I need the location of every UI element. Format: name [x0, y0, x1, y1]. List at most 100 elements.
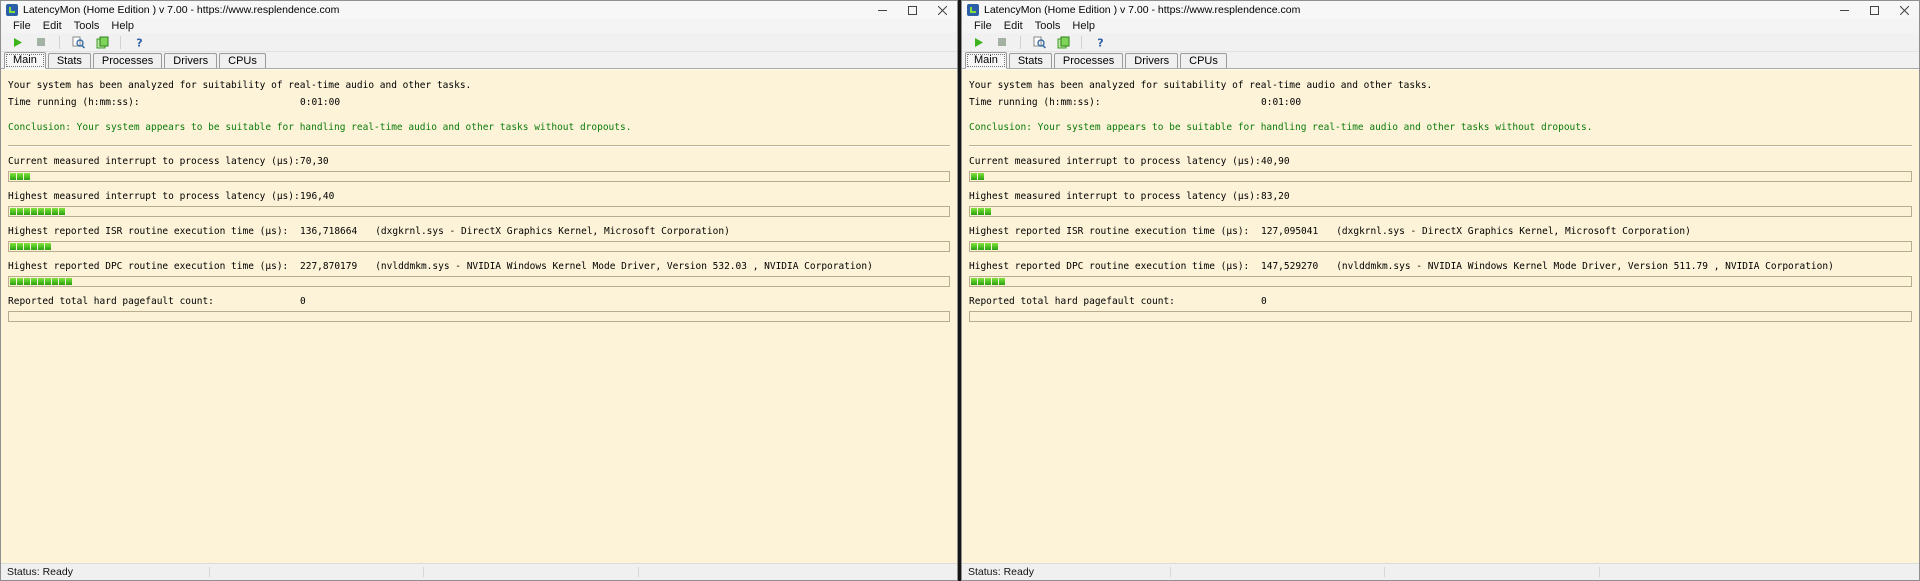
tab-cpus[interactable]: CPUs [219, 53, 266, 68]
conclusion-text: Conclusion: Your system appears to be su… [969, 122, 1593, 133]
menu-file[interactable]: File [7, 20, 37, 32]
metric-bar [8, 241, 950, 252]
menu-help[interactable]: Help [1066, 20, 1101, 32]
metric-value: 83,20 [1261, 191, 1290, 202]
report-icon[interactable] [1053, 34, 1073, 51]
menu-tools[interactable]: Tools [68, 20, 106, 32]
metric-section: Highest measured interrupt to process la… [8, 182, 950, 217]
minimize-button[interactable] [1829, 1, 1859, 19]
tab-processes[interactable]: Processes [92, 53, 163, 68]
app-icon [967, 4, 979, 16]
metric-value: 127,095041 [1261, 226, 1319, 237]
tab-drivers[interactable]: Drivers [1125, 53, 1179, 68]
close-button[interactable] [927, 1, 957, 19]
status-text: Status: Ready [7, 566, 73, 578]
time-running-value: 0:01:00 [1261, 97, 1302, 108]
tab-stats[interactable]: Stats [1008, 53, 1052, 68]
bar-segment [66, 278, 72, 285]
metric-section: Highest reported DPC routine execution t… [8, 252, 950, 287]
bar-segment [978, 173, 984, 180]
tab-strip: Main Stats Processes Drivers CPUs [1, 52, 957, 69]
analyze-icon[interactable] [68, 34, 88, 51]
bar-segment [978, 208, 984, 215]
tab-stats[interactable]: Stats [47, 53, 91, 68]
window-titlebar[interactable]: LatencyMon (Home Edition ) v 7.00 - http… [1, 1, 957, 19]
help-icon[interactable]: ? [1090, 34, 1110, 51]
menu-edit[interactable]: Edit [37, 20, 68, 32]
close-button[interactable] [1889, 1, 1919, 19]
bar-segment [45, 243, 51, 250]
report-icon[interactable] [92, 34, 112, 51]
menu-file[interactable]: File [968, 20, 998, 32]
window-titlebar[interactable]: LatencyMon (Home Edition ) v 7.00 - http… [962, 1, 1919, 19]
play-icon[interactable] [7, 34, 27, 51]
metric-section: Highest measured interrupt to process la… [969, 182, 1912, 217]
status-text: Status: Ready [968, 566, 1034, 578]
metric-bar [8, 171, 950, 182]
metric-section: Highest reported ISR routine execution t… [969, 217, 1912, 252]
bar-segment [971, 243, 977, 250]
bar-segment [45, 278, 51, 285]
metric-value: 136,718664 [300, 226, 358, 237]
bar-segment [985, 278, 991, 285]
metric-bar [8, 206, 950, 217]
play-icon[interactable] [968, 34, 988, 51]
toolbar-separator [1081, 35, 1082, 49]
bar-segment [38, 208, 44, 215]
menu-tools[interactable]: Tools [1029, 20, 1067, 32]
bar-segment [971, 278, 977, 285]
stop-icon[interactable] [31, 34, 51, 51]
toolbar: ? [962, 33, 1919, 52]
metric-value: 40,90 [1261, 156, 1290, 167]
toolbar-separator [59, 35, 60, 49]
minimize-button[interactable] [867, 1, 897, 19]
metric-label: Highest reported DPC routine execution t… [8, 261, 289, 272]
metric-section: Reported total hard pagefault count: 0 [969, 287, 1912, 322]
statusbar-separator [423, 567, 424, 577]
help-icon[interactable]: ? [129, 34, 149, 51]
stop-icon[interactable] [992, 34, 1012, 51]
toolbar-separator [120, 35, 121, 49]
tab-processes[interactable]: Processes [1053, 53, 1124, 68]
time-running-label: Time running (h:mm:ss): [8, 97, 140, 108]
metric-bar [969, 206, 1912, 217]
toolbar: ? [1, 33, 957, 52]
menu-bar: File Edit Tools Help [962, 19, 1919, 33]
bar-segment [978, 243, 984, 250]
maximize-button[interactable] [1859, 1, 1889, 19]
bar-segment [971, 208, 977, 215]
latencymon-window: LatencyMon (Home Edition ) v 7.00 - http… [0, 0, 958, 581]
menu-help[interactable]: Help [105, 20, 140, 32]
statusbar-separator [1170, 567, 1171, 577]
metric-detail: (nvlddmkm.sys - NVIDIA Windows Kernel Mo… [1336, 261, 1834, 272]
metric-detail: (dxgkrnl.sys - DirectX Graphics Kernel, … [375, 226, 730, 237]
maximize-button[interactable] [897, 1, 927, 19]
analysis-text: Your system has been analyzed for suitab… [969, 80, 1433, 91]
bar-segment [24, 173, 30, 180]
bar-segment [52, 278, 58, 285]
tab-drivers[interactable]: Drivers [164, 53, 218, 68]
window-title: LatencyMon (Home Edition ) v 7.00 - http… [984, 4, 1301, 16]
time-running-label: Time running (h:mm:ss): [969, 97, 1101, 108]
bar-segment [999, 278, 1005, 285]
analyze-icon[interactable] [1029, 34, 1049, 51]
metric-value: 147,529270 [1261, 261, 1319, 272]
metric-value: 0 [300, 296, 306, 307]
tab-main[interactable]: Main [4, 52, 46, 69]
metric-label: Highest measured interrupt to process la… [969, 191, 1261, 202]
bar-segment [985, 208, 991, 215]
metric-bar [969, 241, 1912, 252]
metric-bar [969, 311, 1912, 322]
tab-cpus[interactable]: CPUs [1180, 53, 1227, 68]
bar-segment [31, 243, 37, 250]
bar-segment [24, 278, 30, 285]
menu-edit[interactable]: Edit [998, 20, 1029, 32]
tab-main[interactable]: Main [965, 52, 1007, 69]
bar-segment [992, 243, 998, 250]
bar-segment [17, 173, 23, 180]
toolbar-separator [1020, 35, 1021, 49]
bar-segment [38, 243, 44, 250]
tab-strip: Main Stats Processes Drivers CPUs [962, 52, 1919, 69]
metric-bar [969, 171, 1912, 182]
metrics-list: Current measured interrupt to process la… [8, 147, 950, 322]
